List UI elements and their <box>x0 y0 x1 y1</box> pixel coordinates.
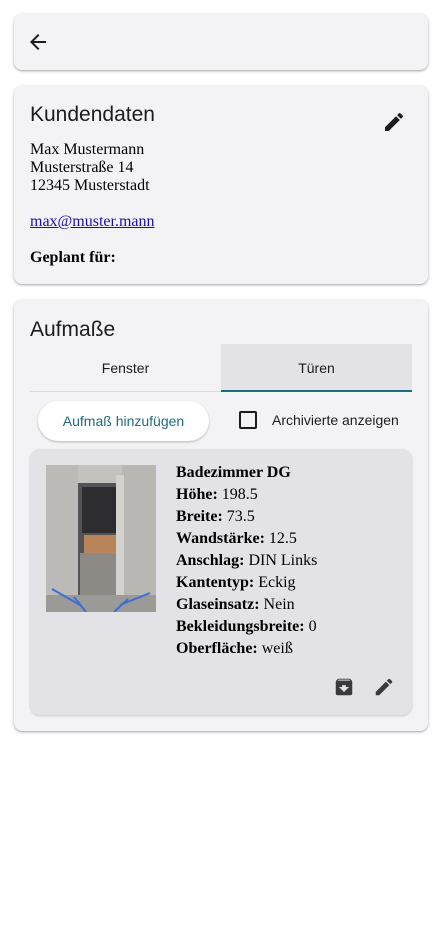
customer-title: Kundendaten <box>30 103 155 126</box>
measurement-item[interactable]: Badezimmer DG Höhe: 198.5 Breite: 73.5 W… <box>30 449 412 715</box>
add-measurement-button[interactable]: Aufmaß hinzufügen <box>38 401 209 441</box>
field-anschlag: Anschlag: DIN Links <box>176 552 318 569</box>
back-button[interactable] <box>22 26 54 58</box>
field-kantentyp: Kantentyp: Eckig <box>176 574 296 591</box>
customer-street: Musterstraße 14 <box>30 159 134 176</box>
customer-city: 12345 Musterstadt <box>30 177 150 194</box>
field-oberflaeche: Oberfläche: weiß <box>176 640 293 657</box>
top-app-bar <box>14 14 428 70</box>
door-photo <box>46 465 156 612</box>
tab-fenster[interactable]: Fenster <box>30 344 221 391</box>
customer-email-link[interactable]: max@muster.mann <box>30 213 155 231</box>
field-glaseinsatz: Glaseinsatz: Nein <box>176 596 295 613</box>
archive-button[interactable] <box>332 675 356 699</box>
show-archived-toggle[interactable]: Archivierte anzeigen <box>239 411 399 429</box>
field-wandstaerke: Wandstärke: 12.5 <box>176 530 297 547</box>
show-archived-checkbox[interactable] <box>239 411 257 429</box>
measurements-card: Aufmaße Fenster Türen Aufmaß hinzufügen … <box>14 300 428 731</box>
customer-name: Max Mustermann <box>30 141 145 158</box>
planned-for-label: Geplant für: <box>30 249 116 266</box>
edit-customer-button[interactable] <box>380 108 408 136</box>
item-actions <box>332 675 396 699</box>
field-breite: Breite: 73.5 <box>176 508 255 525</box>
show-archived-label: Archivierte anzeigen <box>272 412 399 428</box>
customer-address: Max Mustermann Musterstraße 14 12345 Mus… <box>30 141 150 195</box>
arrow-left-icon <box>30 34 46 50</box>
measurement-title: Badezimmer DG <box>176 464 291 481</box>
field-hoehe: Höhe: 198.5 <box>176 486 258 503</box>
edit-measurement-button[interactable] <box>372 675 396 699</box>
archive-icon <box>335 678 353 696</box>
tab-tueren[interactable]: Türen <box>221 344 412 392</box>
pencil-icon <box>375 678 393 696</box>
tab-bar: Fenster Türen <box>30 344 412 392</box>
pencil-icon <box>385 112 404 131</box>
measurements-title: Aufmaße <box>30 318 116 341</box>
customer-card: Kundendaten Max Mustermann Musterstraße … <box>14 86 428 284</box>
field-bekleidungsbreite: Bekleidungsbreite: 0 <box>176 618 317 635</box>
measurement-details: Badezimmer DG Höhe: 198.5 Breite: 73.5 W… <box>176 464 317 662</box>
